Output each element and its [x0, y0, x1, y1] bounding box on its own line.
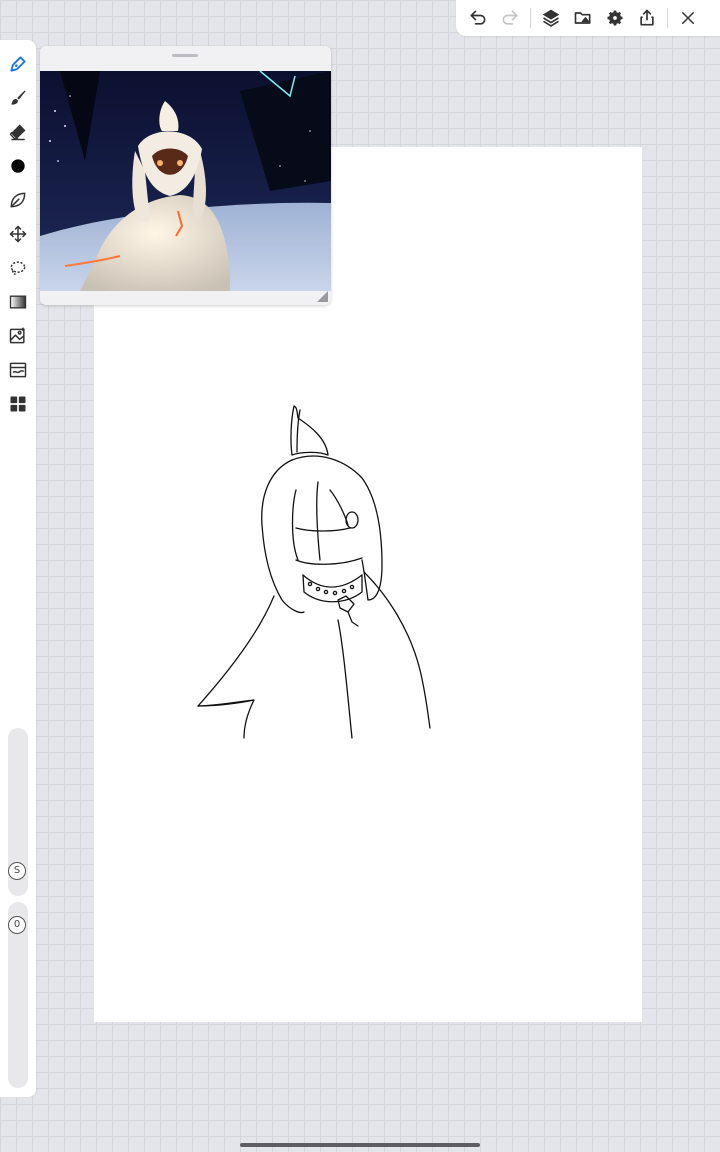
- resize-handle-icon[interactable]: [315, 289, 329, 303]
- settings-button[interactable]: [599, 2, 631, 34]
- close-button[interactable]: [672, 2, 704, 34]
- share-button[interactable]: [631, 2, 663, 34]
- reference-image: [40, 71, 331, 291]
- image-adjust-icon: [9, 362, 27, 378]
- gradient-fill-icon: [9, 295, 27, 309]
- toolbar-divider: [667, 8, 668, 28]
- folder-image-icon: [574, 12, 591, 24]
- tool-more[interactable]: [4, 390, 32, 418]
- tool-brush[interactable]: [4, 84, 32, 112]
- eraser-icon: [9, 124, 26, 141]
- tool-fill[interactable]: [4, 288, 32, 316]
- gallery-button[interactable]: [567, 2, 599, 34]
- grid-menu-icon: [10, 396, 26, 412]
- leaf-blend-icon: [10, 192, 26, 208]
- insert-image-icon: [9, 327, 25, 344]
- tool-color[interactable]: [4, 152, 32, 180]
- color-swatch: [11, 159, 25, 173]
- brush-size-label: S: [8, 862, 26, 880]
- gear-icon: [607, 10, 623, 26]
- reference-window[interactable]: [40, 46, 331, 305]
- redo-icon: [502, 10, 518, 25]
- tool-lasso[interactable]: [4, 254, 32, 282]
- share-icon: [640, 9, 654, 26]
- undo-icon: [470, 10, 486, 25]
- top-toolbar: [456, 0, 720, 36]
- tool-insert-image[interactable]: [4, 322, 32, 350]
- brush-opacity-label: 0: [8, 916, 26, 934]
- home-indicator: [240, 1143, 480, 1147]
- tool-smudge[interactable]: [4, 186, 32, 214]
- tool-eraser[interactable]: [4, 118, 32, 146]
- layers-button[interactable]: [535, 2, 567, 34]
- lasso-icon: [10, 261, 26, 275]
- close-icon: [682, 12, 694, 24]
- undo-button[interactable]: [462, 2, 494, 34]
- left-toolbar: S 0: [0, 40, 36, 1097]
- tool-pen[interactable]: [4, 50, 32, 78]
- pen-icon: [10, 56, 26, 72]
- tool-move[interactable]: [4, 220, 32, 248]
- reference-drag-handle[interactable]: [172, 54, 198, 57]
- move-arrows-icon: [9, 225, 27, 243]
- brush-icon: [11, 90, 26, 105]
- tool-adjust[interactable]: [4, 356, 32, 384]
- redo-button[interactable]: [494, 2, 526, 34]
- toolbar-divider: [530, 8, 531, 28]
- layers-icon: [542, 9, 560, 27]
